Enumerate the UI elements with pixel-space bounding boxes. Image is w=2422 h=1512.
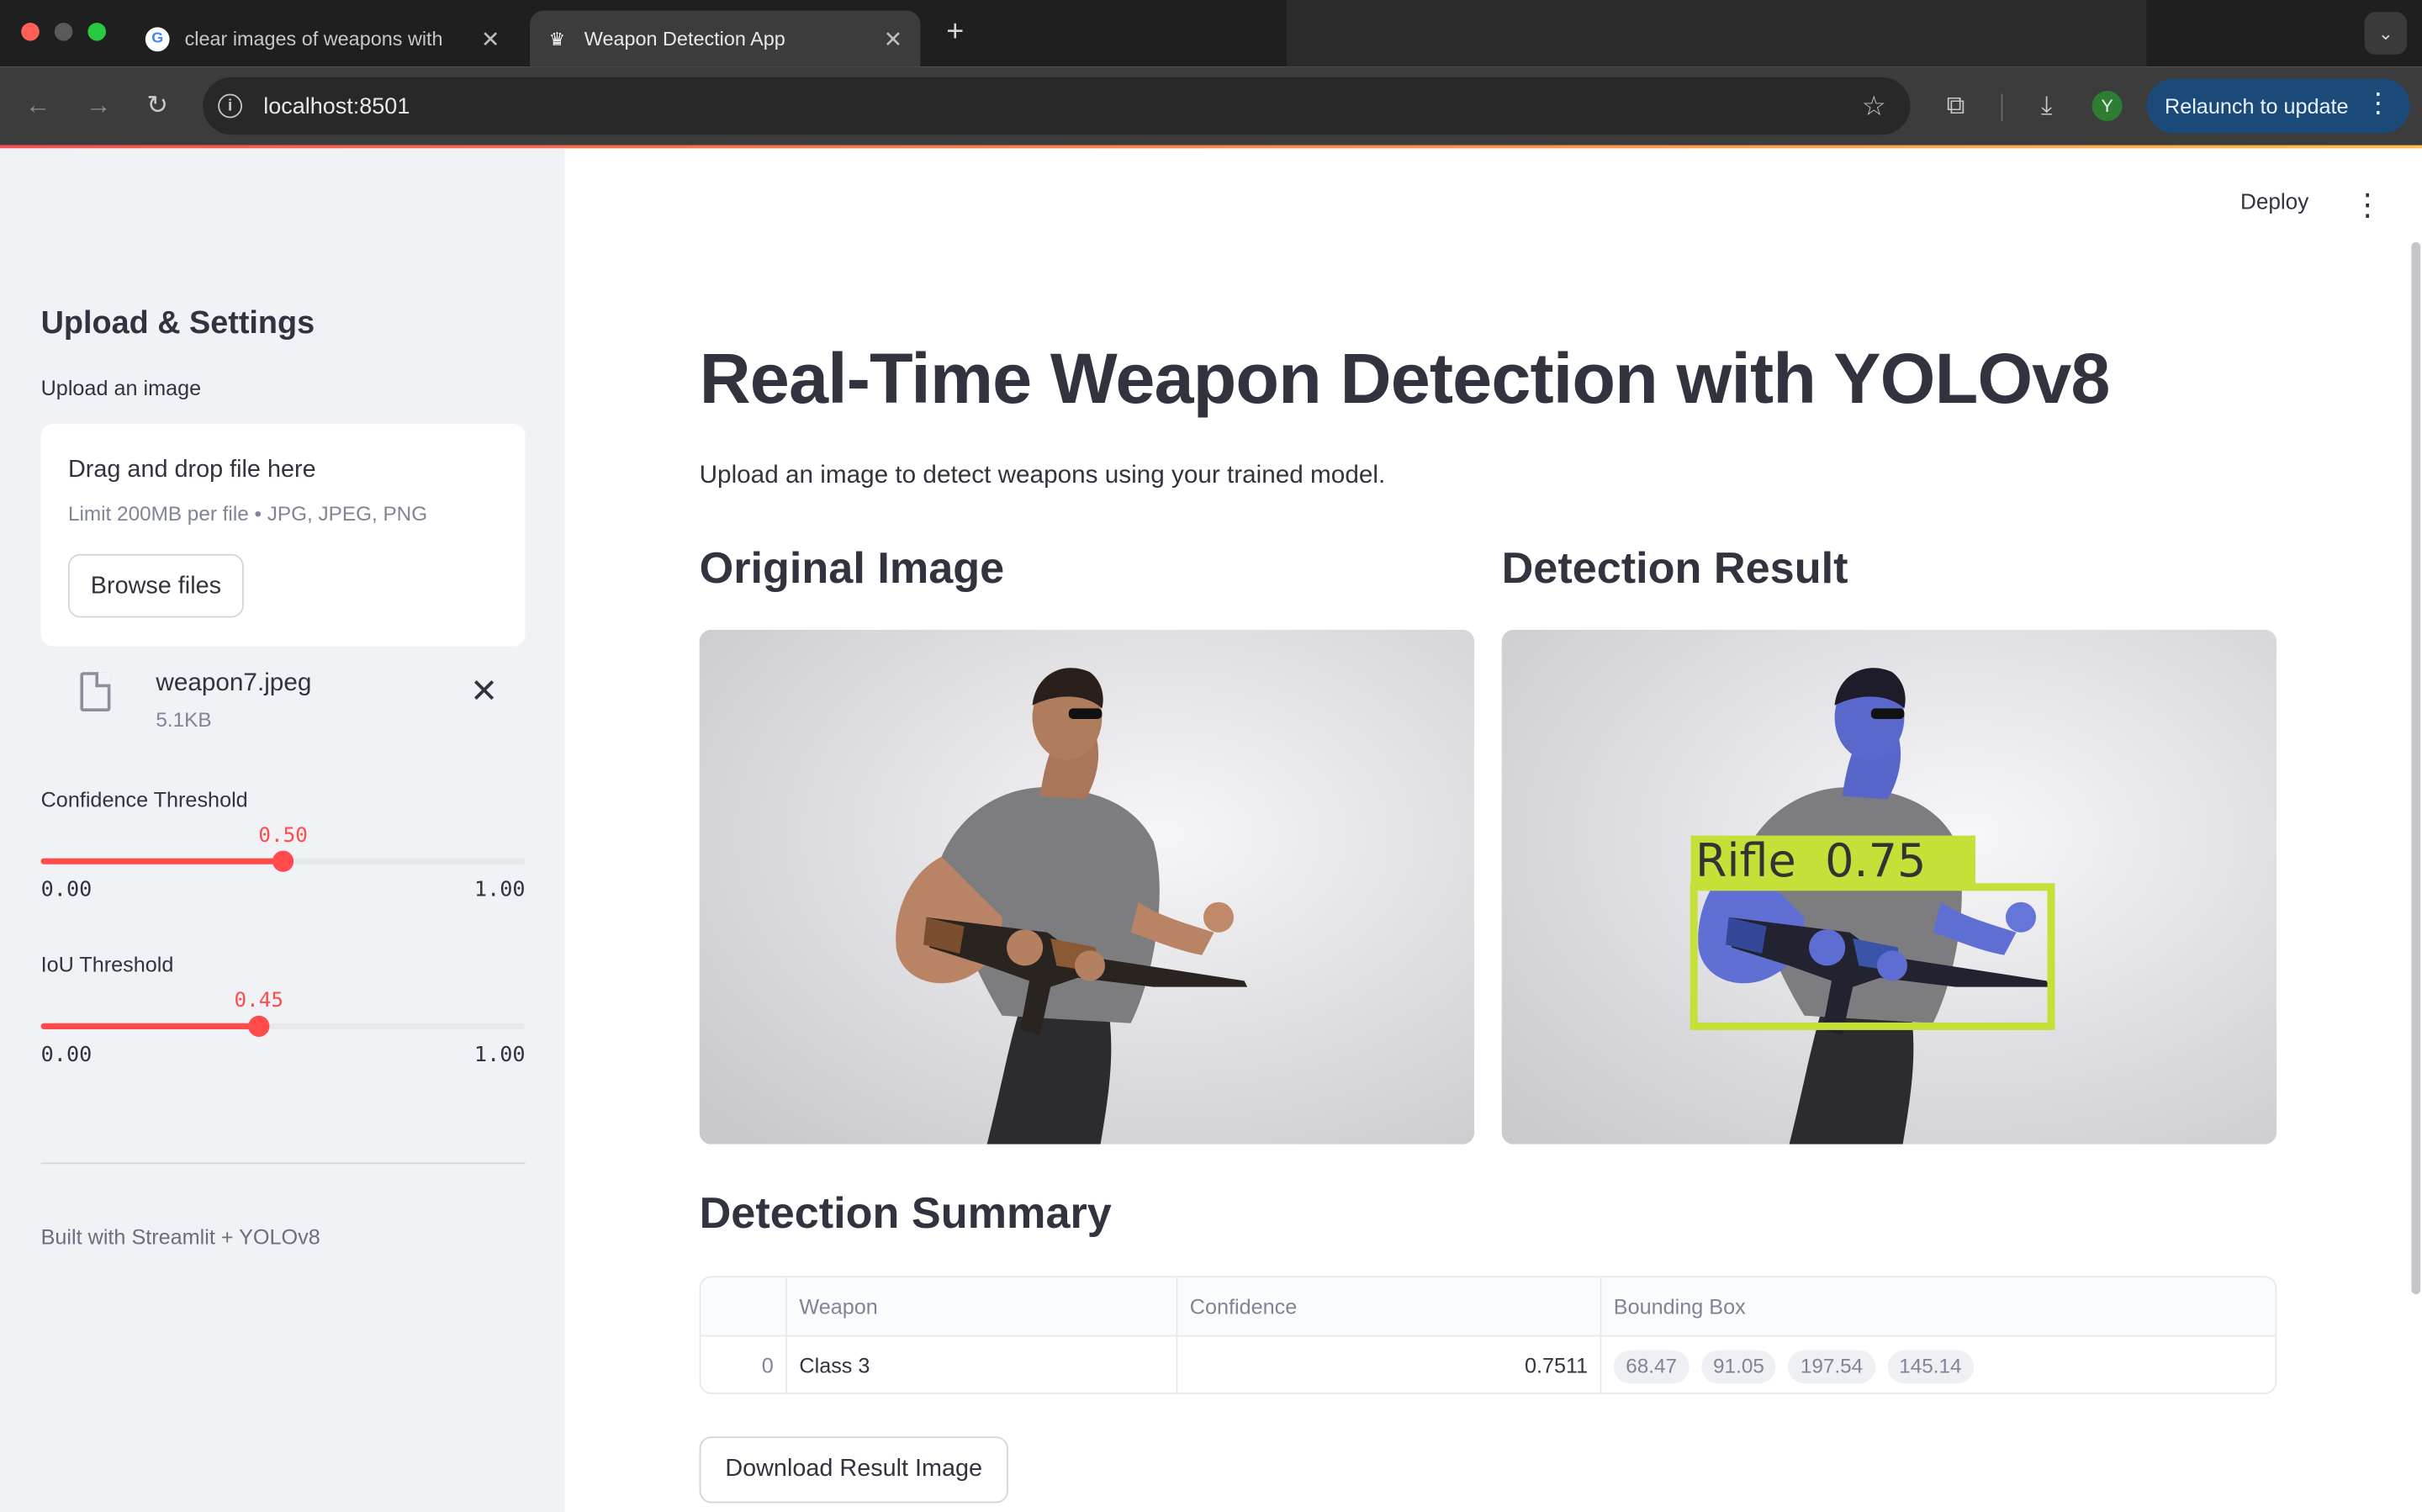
slider-thumb[interactable] <box>248 1015 270 1037</box>
detection-label: Rifle 0.75 <box>1695 834 1926 887</box>
column-header-confidence[interactable]: Confidence <box>1177 1277 1602 1335</box>
slider-min: 0.00 <box>40 878 93 902</box>
detection-result-image: Rifle 0.75 <box>1501 629 2277 1145</box>
detection-result-heading: Detection Result <box>1501 545 1848 594</box>
slider-min: 0.00 <box>40 1043 93 1067</box>
sidebar-footer: Built with Streamlit + YOLOv8 <box>40 1224 320 1249</box>
site-info-icon[interactable]: i <box>218 93 242 119</box>
page-subtitle: Upload an image to detect weapons using … <box>699 462 1386 489</box>
slider-thumb[interactable] <box>272 850 294 872</box>
slider-label: IoU Threshold <box>40 952 174 976</box>
browser-tab-strip: G clear images of weapons with ✕ ♛ Weapo… <box>0 0 2422 67</box>
close-icon[interactable]: ✕ <box>479 25 503 53</box>
original-image-heading: Original Image <box>699 545 1005 594</box>
back-arrow-icon[interactable]: ← <box>19 87 58 126</box>
bookmark-star-icon[interactable]: ☆ <box>1862 90 1886 122</box>
google-icon: G <box>145 26 170 51</box>
file-dropzone[interactable]: Drag and drop file here Limit 200MB per … <box>40 424 526 647</box>
dropzone-title: Drag and drop file here <box>68 457 316 484</box>
file-size: 5.1KB <box>156 708 212 732</box>
sidebar-header: Upload & Settings <box>40 305 315 341</box>
new-tab-button[interactable]: + <box>939 15 972 49</box>
forward-arrow-icon[interactable]: → <box>79 87 119 126</box>
window-maximize-button[interactable] <box>87 23 106 41</box>
url-text[interactable]: localhost:8501 <box>263 93 1862 119</box>
extensions-icon[interactable]: ⧉ <box>1938 87 1974 124</box>
slider-max: 1.00 <box>473 878 526 902</box>
window-minimize-button[interactable] <box>54 23 73 41</box>
uploaded-file: weapon7.jpeg 5.1KB ✕ <box>41 663 526 753</box>
slider-max: 1.00 <box>473 1043 526 1067</box>
page-title: Real-Time Weapon Detection with YOLOv8 <box>699 337 2111 418</box>
tab-title: Weapon Detection App <box>584 27 785 50</box>
slider-track[interactable] <box>40 1023 526 1029</box>
row-index: 0 <box>701 1336 787 1393</box>
sidebar: Upload & Settings Upload an image Drag a… <box>0 148 565 1512</box>
file-icon <box>80 672 111 711</box>
more-vertical-icon[interactable]: ⋮ <box>2365 87 2392 119</box>
cell-weapon[interactable]: Class 3 <box>787 1336 1178 1393</box>
streamlit-icon: ♛ <box>548 28 566 50</box>
cell-bounding-box[interactable]: 68.47 91.05 197.54 145.14 <box>1601 1336 2275 1393</box>
address-bar[interactable]: i localhost:8501 ☆ <box>203 77 1911 135</box>
profile-avatar[interactable]: Y <box>2091 91 2123 121</box>
column-header-bounding-box[interactable]: Bounding Box <box>1601 1277 2275 1335</box>
slider-fill <box>40 858 283 864</box>
detection-table[interactable]: Weapon Confidence Bounding Box 0 Class 3… <box>699 1276 2277 1394</box>
column-header-weapon[interactable]: Weapon <box>787 1277 1178 1335</box>
tab-strip-spacer <box>1287 0 2147 67</box>
original-photo <box>699 629 1475 1145</box>
remove-file-icon[interactable]: ✕ <box>470 672 498 711</box>
tab-google-search[interactable]: G clear images of weapons with ✕ <box>130 11 518 67</box>
iou-slider[interactable]: IoU Threshold 0.45 0.00 1.00 <box>40 952 526 1073</box>
more-vertical-icon[interactable]: ⋮ <box>2352 186 2382 224</box>
reload-icon[interactable]: ↻ <box>138 87 177 126</box>
window-close-button[interactable] <box>21 23 40 41</box>
confidence-slider[interactable]: Confidence Threshold 0.50 0.00 1.00 <box>40 787 526 908</box>
relaunch-to-update-button[interactable]: Relaunch to update ⋮ <box>2146 78 2410 134</box>
column-header[interactable] <box>701 1277 787 1335</box>
table-row[interactable]: 0 Class 3 0.7511 68.47 91.05 197.54 145.… <box>701 1336 2275 1393</box>
screen: G clear images of weapons with ✕ ♛ Weapo… <box>0 0 2422 1512</box>
slider-fill <box>40 1023 259 1029</box>
bbox-value: 68.47 <box>1613 1350 1690 1384</box>
file-name: weapon7.jpeg <box>156 669 312 696</box>
main-scrollbar[interactable] <box>2411 242 2421 1294</box>
original-image <box>699 629 1475 1145</box>
slider-value: 0.50 <box>258 823 308 848</box>
slider-label: Confidence Threshold <box>40 787 248 812</box>
cell-confidence[interactable]: 0.7511 <box>1177 1336 1602 1393</box>
upload-label: Upload an image <box>40 375 202 400</box>
dropzone-limit: Limit 200MB per file • JPG, JPEG, PNG <box>68 502 428 526</box>
download-icon[interactable]: ⤓ <box>2028 87 2065 124</box>
relaunch-label: Relaunch to update <box>2165 93 2349 119</box>
tab-weapon-detection-app[interactable]: ♛ Weapon Detection App ✕ <box>530 10 921 67</box>
slider-value: 0.45 <box>234 988 284 1013</box>
tab-title: clear images of weapons with <box>184 27 443 50</box>
table-header-row: Weapon Confidence Bounding Box <box>701 1277 2276 1337</box>
detection-summary-heading: Detection Summary <box>699 1189 1112 1239</box>
deploy-button[interactable]: Deploy <box>2240 191 2308 215</box>
bbox-value: 91.05 <box>1700 1350 1777 1384</box>
close-icon[interactable]: ✕ <box>881 25 906 53</box>
bbox-value: 145.14 <box>1886 1350 1974 1384</box>
toolbar-divider <box>2001 93 2003 121</box>
bbox-value: 197.54 <box>1788 1350 1875 1384</box>
detection-photo: Rifle 0.75 <box>1501 629 2277 1145</box>
sidebar-divider <box>40 1162 526 1165</box>
browse-files-button[interactable]: Browse files <box>68 553 244 618</box>
browser-toolbar: ← → ↻ i localhost:8501 ☆ ⧉ ⤓ Y Relaunch … <box>0 66 2422 145</box>
chevron-down-icon[interactable]: ⌄ <box>2364 12 2407 55</box>
download-result-button[interactable]: Download Result Image <box>699 1436 1008 1504</box>
